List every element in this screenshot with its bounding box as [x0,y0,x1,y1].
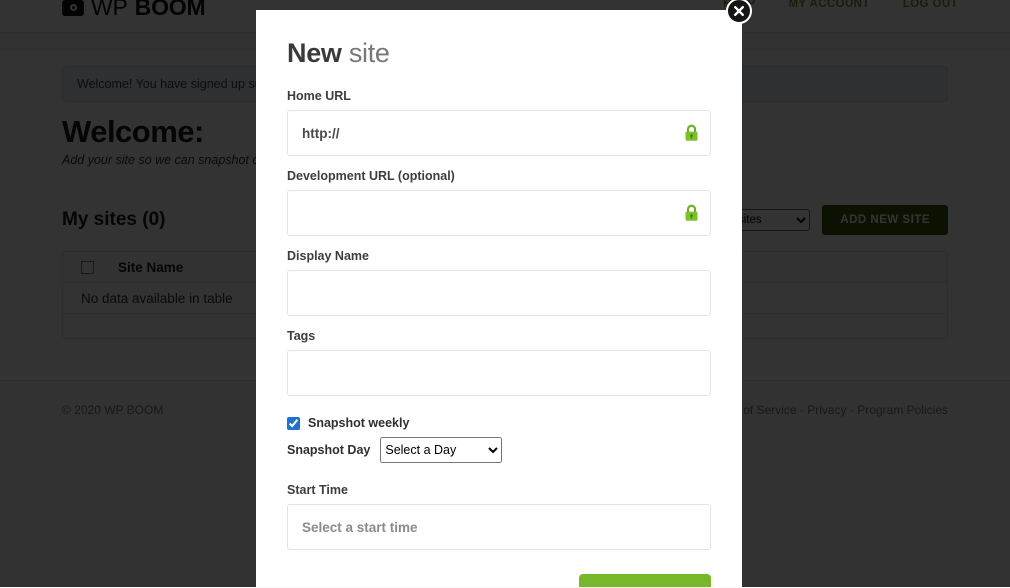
modal-title-light: site [348,38,390,68]
home-url-input[interactable] [287,110,711,156]
modal-title: New site [287,38,711,69]
start-time-input[interactable] [287,504,711,550]
snapshot-weekly-label: Snapshot weekly [308,416,410,430]
label-home-url: Home URL [287,89,351,103]
close-icon [734,6,744,16]
create-site-button[interactable]: CREATE SITE [578,574,711,587]
field-start-time: Start Time [287,483,711,550]
field-display-name: Display Name [287,249,711,316]
snapshot-day-row: Snapshot Day Select a Day [287,437,711,463]
label-dev-url: Development URL (optional) [287,169,455,183]
field-dev-url: Development URL (optional) [287,169,711,236]
snapshot-weekly-checkbox[interactable] [287,416,300,430]
field-tags: Tags [287,329,711,396]
display-name-input[interactable] [287,270,711,316]
label-start-time: Start Time [287,483,348,497]
snapshot-day-label: Snapshot Day [287,443,371,457]
new-site-modal: New site Home URL Development URL (optio… [256,10,742,587]
label-display-name: Display Name [287,249,369,263]
tags-input[interactable] [287,350,711,396]
field-home-url: Home URL [287,89,711,156]
snapshot-weekly-row: Snapshot weekly [287,416,711,430]
label-tags: Tags [287,329,316,343]
dev-url-input[interactable] [287,190,711,236]
snapshot-day-select[interactable]: Select a Day [380,437,503,463]
modal-actions: CANCEL CREATE SITE [287,574,711,587]
modal-title-bold: New [287,38,342,68]
